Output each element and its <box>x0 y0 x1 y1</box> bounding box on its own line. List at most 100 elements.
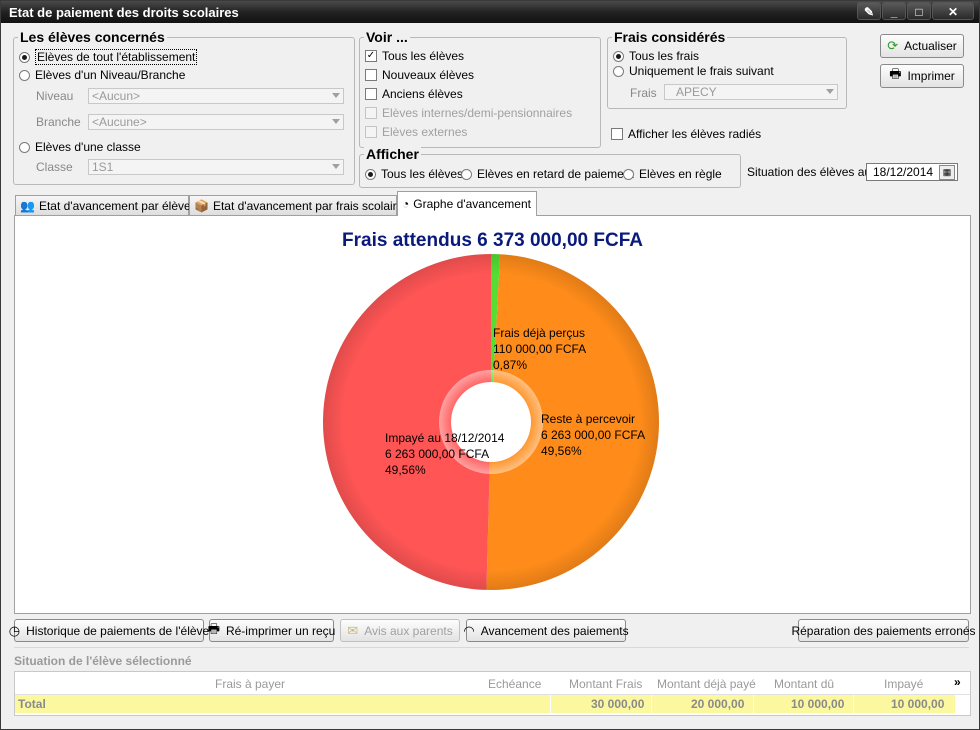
total-impaye: 10 000,00 <box>891 697 945 711</box>
voir-group: Voir ... ✓ Tous les élèves Nouveaux élèv… <box>359 29 601 148</box>
niveau-select[interactable]: <Aucun> <box>88 88 344 104</box>
expand-columns-icon[interactable]: » <box>954 675 961 689</box>
col-montant-du[interactable]: Montant dû <box>774 677 834 691</box>
frais-group-title: Frais considérés <box>612 29 728 45</box>
table-header: Frais à payer Echéance Montant Frais Mon… <box>15 672 970 695</box>
voir-tous-checkbox[interactable]: ✓ Tous les élèves <box>365 49 464 63</box>
col-echeance[interactable]: Echéance <box>488 677 541 691</box>
eleves-all-radio[interactable]: Elèves de tout l'établissement <box>19 49 198 65</box>
chevron-down-icon <box>826 89 834 94</box>
avancement-paiements-button[interactable]: ◠ Avancement des paiements <box>463 619 629 642</box>
col-frais[interactable]: Frais à payer <box>215 677 285 691</box>
col-montant-paye[interactable]: Montant déjà payé <box>657 677 756 691</box>
niveau-label: Niveau <box>36 89 74 103</box>
total-montant-frais: 30 000,00 <box>591 697 645 711</box>
branche-value: <Aucune> <box>92 115 147 129</box>
eleves-group: Les élèves concernés Elèves de tout l'ét… <box>13 29 355 185</box>
divider <box>14 647 969 648</box>
cell-divider <box>550 695 551 713</box>
calendar-icon[interactable]: ▦ <box>939 165 955 180</box>
eleves-classe-label: Elèves d'une classe <box>35 140 141 154</box>
radio-off-icon <box>19 141 30 153</box>
reimprimer-label: Ré-imprimer un reçu <box>225 623 336 638</box>
radies-checkbox[interactable]: Afficher les élèves radiés <box>611 127 761 141</box>
frais-unique-label: Uniquement le frais suivant <box>629 64 774 78</box>
classe-select[interactable]: 1S1 <box>88 159 344 175</box>
frais-tous-radio[interactable]: Tous les frais <box>613 49 699 63</box>
frais-select[interactable]: APECY <box>664 84 838 100</box>
theme-brush-icon[interactable]: ✎ <box>857 2 881 20</box>
eleves-group-title: Les élèves concernés <box>18 29 167 45</box>
tab-graphe[interactable]: ◔ Graphe d'avancement <box>397 191 537 216</box>
title-bar: Etat de paiement des droits scolaires ✎ … <box>1 1 979 23</box>
checkbox-empty-icon <box>365 69 377 81</box>
voir-externes-checkbox[interactable]: Elèves externes <box>365 125 467 139</box>
classe-value: 1S1 <box>92 160 114 174</box>
actualiser-button[interactable]: ⟳ Actualiser <box>880 34 964 58</box>
slice-percus-amount: 110 000,00 FCFA <box>493 342 587 356</box>
afficher-retard-label: Elèves en retard de paiement <box>477 167 634 181</box>
afficher-regle-radio[interactable]: Elèves en règle <box>623 167 722 181</box>
situation-label: Situation des élèves au <box>747 165 872 179</box>
checkmark-icon: ✓ <box>365 50 377 62</box>
close-button[interactable]: ✕ <box>932 2 974 20</box>
radio-off-icon <box>19 69 30 81</box>
historique-label: Historique de paiements de l'élève <box>26 623 210 638</box>
branche-select[interactable]: <Aucune> <box>88 114 344 130</box>
radies-label: Afficher les élèves radiés <box>628 127 762 141</box>
chart-panel: Frais attendus 6 373 000,00 FCFA Frais d… <box>14 215 971 614</box>
imprimer-button[interactable]: 🖶 Imprimer <box>880 64 964 88</box>
frais-value: APECY <box>676 85 717 99</box>
slice-impaye-amount: 6 263 000,00 FCFA <box>385 447 490 461</box>
situation-date-picker[interactable]: 18/12/2014 ▦ <box>866 163 958 181</box>
avancement-paiements-label: Avancement des paiements <box>480 623 629 638</box>
radio-off-icon <box>623 168 634 180</box>
situation-table: Frais à payer Echéance Montant Frais Mon… <box>14 671 971 716</box>
radio-on-icon <box>19 51 30 63</box>
checkbox-empty-icon <box>365 107 377 119</box>
afficher-tous-radio[interactable]: Tous les élèves <box>365 167 463 181</box>
col-montant-frais[interactable]: Montant Frais <box>569 677 642 691</box>
minimize-button[interactable]: _ <box>882 2 906 20</box>
app-window: Etat de paiement des droits scolaires ✎ … <box>0 0 980 730</box>
avis-parents-button[interactable]: ✉ Avis aux parents <box>340 619 460 642</box>
situation-date-value: 18/12/2014 <box>873 165 934 179</box>
afficher-retard-radio[interactable]: Elèves en retard de paiement <box>461 167 634 181</box>
afficher-group-title: Afficher <box>364 146 421 162</box>
cell-divider <box>753 695 754 713</box>
box-icon: 📦 <box>194 198 209 213</box>
col-impaye[interactable]: Impayé <box>884 677 923 691</box>
voir-nouveaux-checkbox[interactable]: Nouveaux élèves <box>365 68 474 82</box>
afficher-regle-label: Elèves en règle <box>639 167 722 181</box>
frais-unique-radio[interactable]: Uniquement le frais suivant <box>613 64 774 78</box>
printer-icon: 🖶 <box>889 66 902 81</box>
actualiser-label: Actualiser <box>904 39 957 53</box>
eleves-niveau-radio[interactable]: Elèves d'un Niveau/Branche <box>19 68 185 82</box>
total-montant-du: 10 000,00 <box>791 697 845 711</box>
slice-label-percus: Frais déjà perçus 110 000,00 FCFA 0,87% <box>493 325 586 373</box>
reimprimer-button[interactable]: 🖶 Ré-imprimer un reçu <box>208 619 336 642</box>
slice-percus-name: Frais déjà perçus <box>493 326 586 340</box>
tab-avancement-frais[interactable]: 📦 Etat d'avancement par frais scolaire <box>189 195 403 215</box>
slice-reste-name: Reste à percevoir <box>541 412 636 426</box>
branche-label: Branche <box>36 115 81 129</box>
reparation-button[interactable]: Réparation des paiements erronés <box>791 619 976 642</box>
slice-reste-amount: 6 263 000,00 FCFA <box>541 428 646 442</box>
imprimer-label: Imprimer <box>907 69 955 83</box>
tab-avancement-frais-label: Etat d'avancement par frais scolaire <box>212 198 404 213</box>
checkbox-empty-icon <box>365 126 377 138</box>
cell-divider <box>651 695 652 713</box>
voir-internes-checkbox[interactable]: Elèves internes/demi-pensionnaires <box>365 106 572 120</box>
historique-button[interactable]: ◷ Historique de paiements de l'élève <box>9 619 209 642</box>
reparation-label: Réparation des paiements erronés <box>791 623 976 638</box>
tab-avancement-eleve[interactable]: 👥 Etat d'avancement par élève <box>15 195 191 215</box>
niveau-value: <Aucun> <box>92 89 141 103</box>
chevron-down-icon <box>332 164 340 169</box>
tab-graphe-label: Graphe d'avancement <box>413 197 531 211</box>
table-row-total[interactable]: Total 30 000,00 20 000,00 10 000,00 10 0… <box>15 695 955 713</box>
eleves-classe-radio[interactable]: Elèves d'une classe <box>19 140 141 154</box>
maximize-button[interactable]: □ <box>907 2 931 20</box>
refresh-icon: ⟳ <box>887 38 899 53</box>
voir-anciens-checkbox[interactable]: Anciens élèves <box>365 87 463 101</box>
eleves-all-label: Elèves de tout l'établissement <box>35 49 198 65</box>
